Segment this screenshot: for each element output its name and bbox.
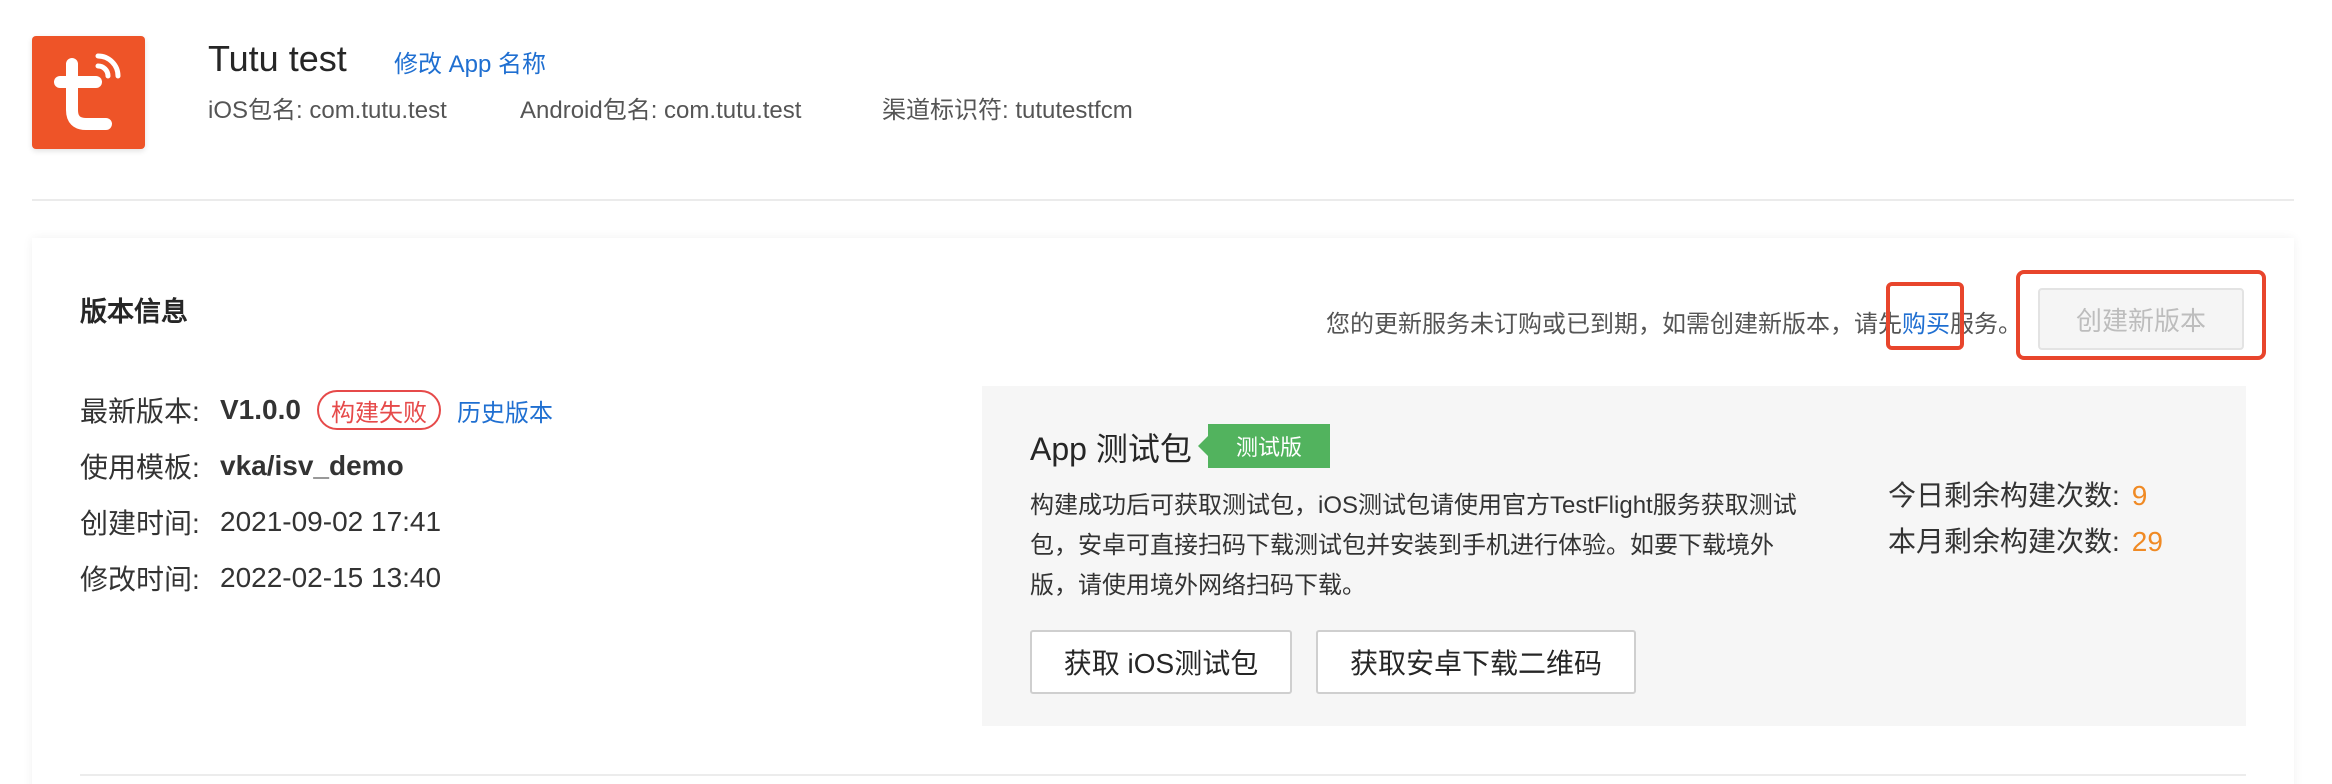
build-status-badge: 构建失败 [316,390,441,430]
rename-app-link[interactable]: 修改 App 名称 [394,44,546,79]
test-package-title: App 测试包 [1030,431,1192,467]
created-time-row: 创建时间: 2021-09-02 17:41 [80,502,441,542]
get-ios-test-package-button[interactable]: 获取 iOS测试包 [1030,630,1292,694]
month-builds-value: 29 [2131,526,2163,557]
bottom-divider [80,774,2246,776]
test-package-description: 构建成功后可获取测试包，iOS测试包请使用官方TestFlight服务获取测试包… [1030,492,1797,599]
modified-time-label: 修改时间: [80,564,200,595]
template-value: vka/isv_demo [220,450,404,481]
app-logo-icon [32,36,145,149]
template-label: 使用模板: [80,452,200,483]
test-version-badge: 测试版 [1198,424,1330,468]
app-name: Tutu test [208,38,347,79]
android-package-name: Android包名: com.tutu.test [520,97,802,124]
get-android-qr-button[interactable]: 获取安卓下载二维码 [1316,630,1636,694]
latest-version-value: V1.0.0 [220,394,301,425]
latest-version-label: 最新版本: [80,396,200,427]
template-row: 使用模板: vka/isv_demo [80,446,404,486]
created-time-label: 创建时间: [80,508,200,539]
month-builds-label: 本月剩余构建次数: [1888,526,2120,557]
section-title: 版本信息 [80,297,188,327]
channel-identifier: 渠道标识符: tututestfcm [882,97,1133,124]
today-builds-remaining: 今日剩余构建次数: 9 [1888,474,2147,514]
ios-package-name: iOS包名: com.tutu.test [208,97,447,124]
today-builds-value: 9 [2131,480,2148,511]
history-versions-link[interactable]: 历史版本 [457,393,553,428]
header-divider [32,199,2294,201]
modified-time-row: 修改时间: 2022-02-15 13:40 [80,558,441,598]
month-builds-remaining: 本月剩余构建次数: 29 [1888,520,2163,560]
created-time-value: 2021-09-02 17:41 [220,506,442,537]
latest-version-row: 最新版本: V1.0.0 构建失败 历史版本 [80,390,553,430]
notice-prefix: 您的更新服务未订购或已到期，如需创建新版本，请先 [1326,311,1902,338]
buy-highlight-box [1886,282,1964,350]
create-highlight-box [2016,270,2266,360]
page: Tutu test 修改 App 名称 iOS包名: com.tutu.test… [0,0,2332,784]
modified-time-value: 2022-02-15 13:40 [220,562,442,593]
today-builds-label: 今日剩余构建次数: [1888,480,2120,511]
